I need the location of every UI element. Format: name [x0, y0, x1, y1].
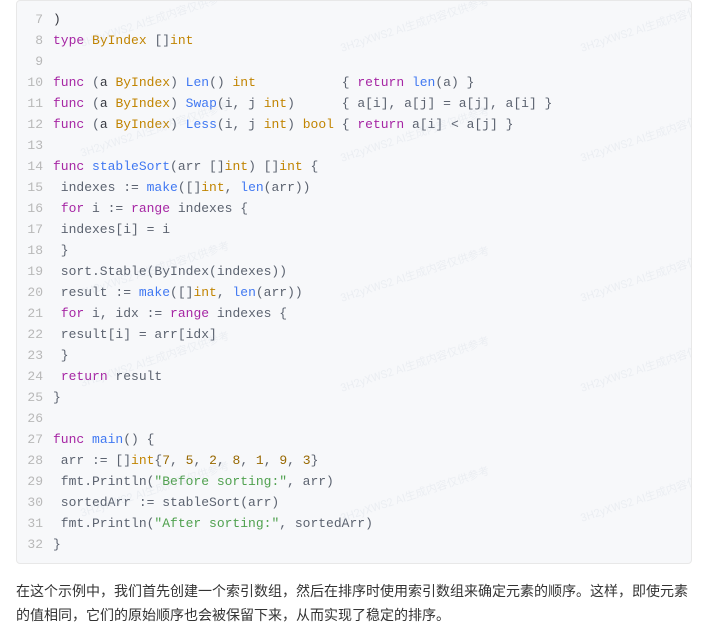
code-line: 31 fmt.Println("After sorting:", sortedA… — [17, 513, 691, 534]
code-content: func (a ByIndex) Swap(i, j int) { a[i], … — [53, 93, 691, 114]
code-content — [53, 135, 691, 156]
line-number: 32 — [17, 534, 53, 555]
code-content: sortedArr := stableSort(arr) — [53, 492, 691, 513]
code-content: for i := range indexes { — [53, 198, 691, 219]
line-number: 15 — [17, 177, 53, 198]
code-line: 8type ByIndex []int — [17, 30, 691, 51]
code-line: 18 } — [17, 240, 691, 261]
code-content: func main() { — [53, 429, 691, 450]
code-content — [53, 408, 691, 429]
code-content: indexes := make([]int, len(arr)) — [53, 177, 691, 198]
code-line: 13 — [17, 135, 691, 156]
code-content: result[i] = arr[idx] — [53, 324, 691, 345]
code-line: 23 } — [17, 345, 691, 366]
line-number: 31 — [17, 513, 53, 534]
code-line: 32} — [17, 534, 691, 555]
code-line: 27func main() { — [17, 429, 691, 450]
line-number: 9 — [17, 51, 53, 72]
line-number: 27 — [17, 429, 53, 450]
line-number: 19 — [17, 261, 53, 282]
code-content: func (a ByIndex) Len() int { return len(… — [53, 72, 691, 93]
code-line: 30 sortedArr := stableSort(arr) — [17, 492, 691, 513]
code-line: 16 for i := range indexes { — [17, 198, 691, 219]
line-number: 7 — [17, 9, 53, 30]
code-content: for i, idx := range indexes { — [53, 303, 691, 324]
line-number: 13 — [17, 135, 53, 156]
code-line: 10func (a ByIndex) Len() int { return le… — [17, 72, 691, 93]
code-content: fmt.Println("Before sorting:", arr) — [53, 471, 691, 492]
line-number: 12 — [17, 114, 53, 135]
line-number: 21 — [17, 303, 53, 324]
code-line: 22 result[i] = arr[idx] — [17, 324, 691, 345]
line-number: 20 — [17, 282, 53, 303]
code-content: func (a ByIndex) Less(i, j int) bool { r… — [53, 114, 691, 135]
code-line: 24 return result — [17, 366, 691, 387]
line-number: 8 — [17, 30, 53, 51]
code-line: 12func (a ByIndex) Less(i, j int) bool {… — [17, 114, 691, 135]
code-content: } — [53, 240, 691, 261]
line-number: 24 — [17, 366, 53, 387]
code-content: } — [53, 345, 691, 366]
line-number: 14 — [17, 156, 53, 177]
code-content: indexes[i] = i — [53, 219, 691, 240]
code-content: sort.Stable(ByIndex(indexes)) — [53, 261, 691, 282]
line-number: 16 — [17, 198, 53, 219]
line-number: 11 — [17, 93, 53, 114]
code-line: 14func stableSort(arr []int) []int { — [17, 156, 691, 177]
code-content: } — [53, 387, 691, 408]
code-content: result := make([]int, len(arr)) — [53, 282, 691, 303]
explanation-paragraph: 在这个示例中，我们首先创建一个索引数组，然后在排序时使用索引数组来确定元素的顺序… — [16, 580, 692, 628]
code-line: 29 fmt.Println("Before sorting:", arr) — [17, 471, 691, 492]
code-line: 11func (a ByIndex) Swap(i, j int) { a[i]… — [17, 93, 691, 114]
code-line: 19 sort.Stable(ByIndex(indexes)) — [17, 261, 691, 282]
code-content: type ByIndex []int — [53, 30, 691, 51]
code-line: 26 — [17, 408, 691, 429]
line-number: 23 — [17, 345, 53, 366]
code-line: 25} — [17, 387, 691, 408]
code-line: 20 result := make([]int, len(arr)) — [17, 282, 691, 303]
line-number: 18 — [17, 240, 53, 261]
code-line: 15 indexes := make([]int, len(arr)) — [17, 177, 691, 198]
code-content: arr := []int{7, 5, 2, 8, 1, 9, 3} — [53, 450, 691, 471]
code-content: func stableSort(arr []int) []int { — [53, 156, 691, 177]
code-line: 7) — [17, 9, 691, 30]
code-block: 7)8type ByIndex []int910func (a ByIndex)… — [16, 0, 692, 564]
code-content: ) — [53, 9, 691, 30]
line-number: 10 — [17, 72, 53, 93]
code-content: fmt.Println("After sorting:", sortedArr) — [53, 513, 691, 534]
line-number: 30 — [17, 492, 53, 513]
code-content: return result — [53, 366, 691, 387]
code-line: 17 indexes[i] = i — [17, 219, 691, 240]
line-number: 29 — [17, 471, 53, 492]
code-line: 21 for i, idx := range indexes { — [17, 303, 691, 324]
code-line: 28 arr := []int{7, 5, 2, 8, 1, 9, 3} — [17, 450, 691, 471]
line-number: 25 — [17, 387, 53, 408]
line-number: 26 — [17, 408, 53, 429]
line-number: 28 — [17, 450, 53, 471]
code-content — [53, 51, 691, 72]
code-content: } — [53, 534, 691, 555]
code-line: 9 — [17, 51, 691, 72]
line-number: 17 — [17, 219, 53, 240]
line-number: 22 — [17, 324, 53, 345]
